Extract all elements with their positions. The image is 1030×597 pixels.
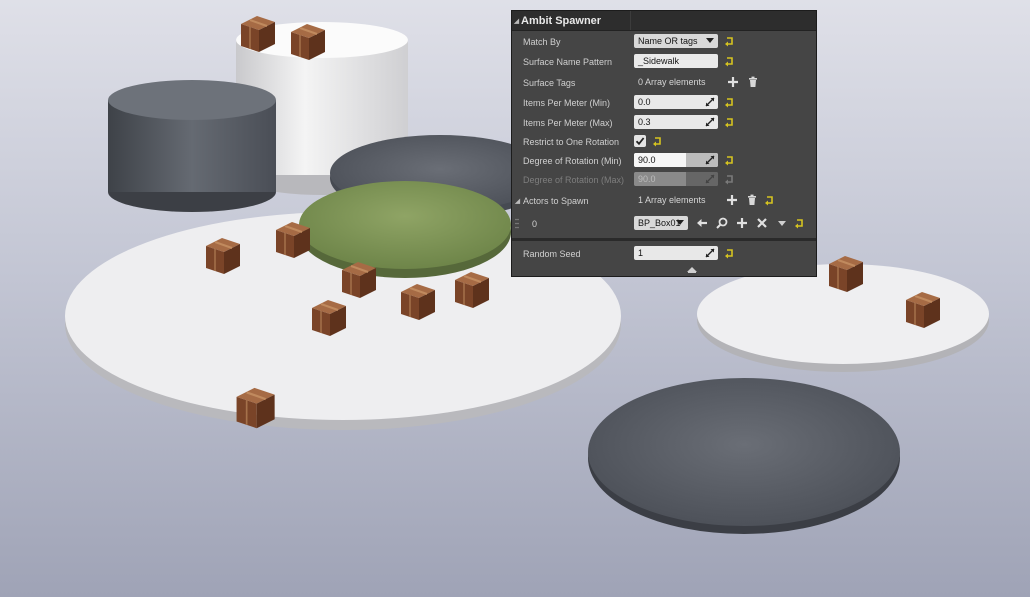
restrict-rotation-row: Restrict to One Rotation xyxy=(512,132,816,151)
add-element-icon[interactable] xyxy=(726,194,738,206)
items-per-meter-min-row: Items Per Meter (Min) 0.0 xyxy=(512,93,816,112)
trash-icon[interactable] xyxy=(747,76,759,88)
section-divider xyxy=(512,238,816,241)
collapse-advanced-bar xyxy=(688,272,696,273)
actor-element-index: 0 xyxy=(532,218,538,229)
items-per-meter-max-value: 0.3 xyxy=(638,117,651,127)
items-per-meter-min-label: Items Per Meter (Min) xyxy=(523,97,611,108)
match-by-value: Name OR tags xyxy=(638,36,698,46)
items-per-meter-max-input[interactable]: 0.3 xyxy=(634,115,718,129)
drag-spin-icon[interactable] xyxy=(705,248,715,258)
random-seed-value: 1 xyxy=(638,248,644,258)
reset-to-default-icon[interactable] xyxy=(652,136,663,147)
items-per-meter-max-row: Items Per Meter (Max) 0.3 xyxy=(512,113,816,132)
reset-to-default-icon[interactable] xyxy=(724,36,735,47)
reset-to-default-icon[interactable] xyxy=(724,155,735,166)
random-seed-input[interactable]: 1 xyxy=(634,246,718,260)
reset-to-default-icon[interactable] xyxy=(724,97,735,108)
browse-magnifier-icon[interactable] xyxy=(716,217,728,229)
items-per-meter-min-value: 0.0 xyxy=(638,97,651,107)
surface-tags-row: Surface Tags 0 Array elements xyxy=(512,73,816,92)
rotation-max-slider: 90.0 xyxy=(634,172,718,186)
surface-tags-label: Surface Tags xyxy=(523,77,576,88)
actor-asset-picker[interactable]: BP_Box01 xyxy=(634,216,688,230)
options-chevron-down-icon[interactable] xyxy=(776,217,788,229)
rotation-max-value: 90.0 xyxy=(638,174,656,184)
ambit-spawner-panel: ◢ Ambit Spawner Match By Name OR tags Su… xyxy=(511,10,817,277)
random-seed-row: Random Seed 1 xyxy=(512,244,816,263)
match-by-row: Match By Name OR tags xyxy=(512,32,816,51)
match-by-dropdown[interactable]: Name OR tags xyxy=(634,34,718,48)
items-per-meter-min-input[interactable]: 0.0 xyxy=(634,95,718,109)
actor-asset-value: BP_Box01 xyxy=(638,218,681,228)
drag-handle-icon[interactable] xyxy=(515,218,519,229)
surface-name-pattern-label: Surface Name Pattern xyxy=(523,56,613,67)
reset-to-default-icon[interactable] xyxy=(764,195,775,206)
surface-name-pattern-input[interactable]: _Sidewalk xyxy=(634,54,718,68)
rotation-min-slider[interactable]: 90.0 xyxy=(634,153,718,167)
surface-tags-count: 0 Array elements xyxy=(638,77,706,87)
trash-icon[interactable] xyxy=(746,194,758,206)
restrict-rotation-label: Restrict to One Rotation xyxy=(523,136,620,147)
random-seed-label: Random Seed xyxy=(523,248,581,259)
actor-element-row: 0 BP_Box01 xyxy=(512,214,816,233)
surface-name-pattern-row: Surface Name Pattern _Sidewalk xyxy=(512,52,816,71)
insert-element-icon[interactable] xyxy=(736,217,748,229)
match-by-label: Match By xyxy=(523,36,561,47)
actors-to-spawn-count: 1 Array elements xyxy=(638,195,706,205)
actors-to-spawn-label: Actors to Spawn xyxy=(523,195,589,206)
drag-spin-icon[interactable] xyxy=(705,117,715,127)
reset-to-default-icon[interactable] xyxy=(724,248,735,259)
checkmark-icon xyxy=(635,137,645,146)
use-selected-arrow-icon[interactable] xyxy=(696,217,708,229)
reset-to-default-icon[interactable] xyxy=(724,117,735,128)
panel-header[interactable]: ◢ Ambit Spawner xyxy=(512,11,816,31)
panel-title: Ambit Spawner xyxy=(521,14,602,27)
rotation-max-label: Degree of Rotation (Max) xyxy=(523,174,625,185)
clear-x-icon[interactable] xyxy=(756,217,768,229)
reset-to-default-icon xyxy=(725,174,733,184)
rotation-min-label: Degree of Rotation (Min) xyxy=(523,155,622,166)
restrict-rotation-checkbox[interactable] xyxy=(634,135,646,147)
actors-to-spawn-row: ◢ Actors to Spawn 1 Array elements xyxy=(512,191,816,210)
drag-spin-icon xyxy=(705,174,715,184)
add-element-icon[interactable] xyxy=(727,76,739,88)
chevron-down-icon xyxy=(706,38,714,43)
drag-spin-icon[interactable] xyxy=(705,155,715,165)
rotation-max-row: Degree of Rotation (Max) 90.0 xyxy=(512,170,816,189)
expand-triangle-icon[interactable]: ◢ xyxy=(513,197,522,205)
chevron-down-icon xyxy=(676,220,684,225)
surface-name-pattern-value: _Sidewalk xyxy=(638,56,680,66)
drag-spin-icon[interactable] xyxy=(705,97,715,107)
reset-to-default-icon[interactable] xyxy=(794,218,805,229)
rotation-min-value: 90.0 xyxy=(638,155,656,165)
reset-to-default-icon[interactable] xyxy=(724,56,735,67)
header-splitter[interactable] xyxy=(630,11,631,30)
items-per-meter-max-label: Items Per Meter (Max) xyxy=(523,117,613,128)
rotation-min-row: Degree of Rotation (Min) 90.0 xyxy=(512,151,816,170)
collapse-triangle-icon[interactable]: ◢ xyxy=(512,17,521,25)
